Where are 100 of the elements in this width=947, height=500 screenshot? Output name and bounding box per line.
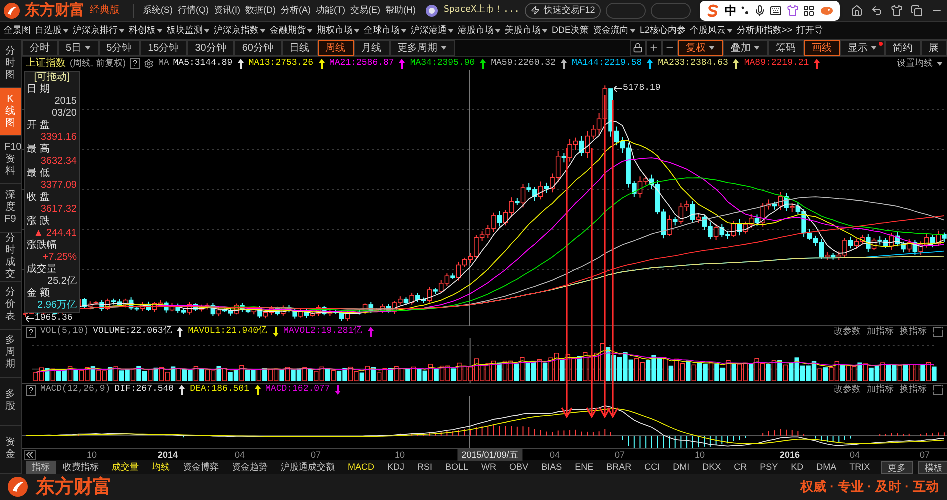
- keyboard-icon[interactable]: [770, 5, 782, 17]
- indicator-tab[interactable]: MACD: [342, 460, 380, 474]
- nav-menu-item[interactable]: 个股风云: [690, 24, 734, 38]
- menu-item[interactable]: 系统(S): [143, 4, 173, 18]
- help-button[interactable]: ?: [130, 58, 140, 69]
- sidebar-tab[interactable]: 分价表: [0, 282, 21, 330]
- nav-menu-item[interactable]: 全景图: [4, 24, 31, 38]
- nav-menu-item[interactable]: 沪深京排行: [73, 24, 125, 38]
- menu-item[interactable]: 分析(A): [281, 4, 311, 18]
- restore-icon[interactable]: [911, 4, 923, 16]
- toolbar-button[interactable]: 简约: [885, 40, 921, 56]
- indicator-tab[interactable]: KD: [785, 460, 810, 474]
- indicator-tab[interactable]: OBV: [504, 460, 535, 474]
- toolbar-button[interactable]: 画线: [804, 40, 840, 56]
- indicator-tab[interactable]: BOLL: [440, 460, 475, 474]
- menu-item[interactable]: 功能(T): [316, 4, 346, 18]
- indicator-tab[interactable]: 均线: [146, 460, 176, 474]
- nav-menu-item[interactable]: 资金流向: [593, 24, 636, 38]
- indicator-tab[interactable]: RSI: [412, 460, 439, 474]
- indicator-tab[interactable]: KDJ: [382, 460, 411, 474]
- undo-icon[interactable]: [871, 4, 883, 16]
- indicator-action-link[interactable]: 改参数: [834, 383, 861, 397]
- nav-menu-item[interactable]: 全球市场: [364, 24, 407, 38]
- nav-menu-item[interactable]: 美股市场: [505, 24, 548, 38]
- indicator-tab[interactable]: PSY: [754, 460, 784, 474]
- indicator-tab[interactable]: CCI: [638, 460, 666, 474]
- indicator-tab[interactable]: 资金博弈: [177, 460, 225, 474]
- sidebar-tab[interactable]: 分时成交: [0, 232, 21, 282]
- zoom-in-button[interactable]: [646, 40, 662, 56]
- period-tab[interactable]: 周线: [318, 40, 354, 56]
- indicator-tab[interactable]: 收费指标: [57, 460, 105, 474]
- toolbar-button[interactable]: 显示: [840, 40, 885, 56]
- sidebar-tab[interactable]: 多股: [0, 378, 21, 426]
- menu-item[interactable]: 资讯(I): [214, 4, 240, 18]
- indicator-action-link[interactable]: 改参数: [834, 325, 861, 339]
- toolbar-button[interactable]: 更多: [881, 460, 914, 474]
- indicator-tab[interactable]: 指标: [26, 460, 56, 474]
- period-tab[interactable]: 5分钟: [98, 40, 140, 56]
- news-link[interactable]: SpaceX上市！...: [444, 4, 520, 18]
- indicator-tab[interactable]: 成交量: [106, 460, 145, 474]
- quick-trade-button[interactable]: 快速交易F12: [524, 2, 602, 18]
- period-tab[interactable]: 5日: [58, 40, 99, 56]
- toolbar-button[interactable]: 复权: [678, 40, 723, 56]
- close-button[interactable]: [933, 385, 943, 395]
- indicator-tab[interactable]: CR: [728, 460, 754, 474]
- skin-icon[interactable]: [786, 5, 799, 17]
- indicator-tab[interactable]: DMI: [667, 460, 696, 474]
- period-tab[interactable]: 日线: [282, 40, 318, 56]
- indicator-tab[interactable]: DMA: [810, 460, 843, 474]
- indicator-tab[interactable]: 沪股通成交额: [275, 460, 341, 474]
- indicator-action-link[interactable]: 加指标: [867, 383, 894, 397]
- indicator-action-link[interactable]: 加指标: [867, 325, 894, 339]
- period-tab[interactable]: 15分钟: [140, 40, 188, 56]
- microphone-icon[interactable]: [754, 5, 766, 17]
- toolbar-button[interactable]: 展: [921, 40, 947, 56]
- toolbar-button[interactable]: 模板: [918, 460, 947, 474]
- scroll-left-button[interactable]: [24, 450, 36, 460]
- indicator-action-link[interactable]: 换指标: [900, 383, 927, 397]
- lock-button[interactable]: [630, 40, 646, 56]
- menu-item[interactable]: 数据(D): [246, 4, 276, 18]
- menu-item[interactable]: 行情(Q): [178, 4, 209, 18]
- nav-menu-item[interactable]: 自选股: [35, 24, 69, 38]
- nav-menu-item[interactable]: DDE决策: [552, 24, 590, 38]
- grid-icon[interactable]: [803, 5, 816, 17]
- pill-field[interactable]: [651, 2, 692, 18]
- nav-menu-item[interactable]: 沪深京指数: [214, 24, 266, 38]
- shirt-icon[interactable]: [891, 4, 903, 16]
- indicator-tab[interactable]: ENE: [569, 460, 600, 474]
- toolbar-button[interactable]: 筹码: [768, 40, 804, 56]
- nav-menu-item[interactable]: 打开导: [796, 24, 824, 38]
- menu-item[interactable]: 交易(E): [350, 4, 380, 18]
- period-tab[interactable]: 月线: [354, 40, 390, 56]
- home-icon[interactable]: [851, 4, 863, 16]
- settings-icon[interactable]: [144, 58, 154, 68]
- nav-menu-item[interactable]: 科创板: [129, 24, 163, 38]
- close-button[interactable]: [933, 327, 943, 337]
- period-tab[interactable]: 分时: [22, 40, 58, 56]
- pill-field[interactable]: [606, 2, 646, 18]
- indicator-action-link[interactable]: 换指标: [900, 325, 927, 339]
- nav-menu-item[interactable]: 分析师指数>>: [737, 24, 793, 38]
- indicator-tab[interactable]: DKX: [696, 460, 728, 474]
- period-tab[interactable]: 30分钟: [187, 40, 234, 56]
- sidebar-tab[interactable]: F10资料: [0, 136, 21, 184]
- nav-menu-item[interactable]: 港股市场: [458, 24, 501, 38]
- zoom-out-button[interactable]: [662, 40, 678, 56]
- period-tab[interactable]: 更多周期: [390, 40, 454, 56]
- ma-settings-button[interactable]: 设置均线: [897, 56, 943, 70]
- indicator-tab[interactable]: TRIX: [844, 460, 876, 474]
- nav-menu-item[interactable]: 金融期货: [270, 24, 313, 38]
- ime-mode-label[interactable]: 中: [724, 2, 737, 20]
- sidebar-tab[interactable]: 深度F9: [0, 184, 21, 232]
- indicator-tab[interactable]: BIAS: [536, 460, 568, 474]
- punctuation-icon[interactable]: [741, 6, 750, 16]
- period-tab[interactable]: 60分钟: [234, 40, 282, 56]
- nav-menu-item[interactable]: 板块监测: [167, 24, 210, 38]
- nav-menu-item[interactable]: 期权市场: [317, 24, 360, 38]
- menu-item[interactable]: 帮助(H): [386, 4, 416, 18]
- indicator-tab[interactable]: WR: [476, 460, 503, 474]
- nav-menu-item[interactable]: 沪深港通: [411, 24, 454, 38]
- sidebar-tab[interactable]: 多周期: [0, 330, 21, 378]
